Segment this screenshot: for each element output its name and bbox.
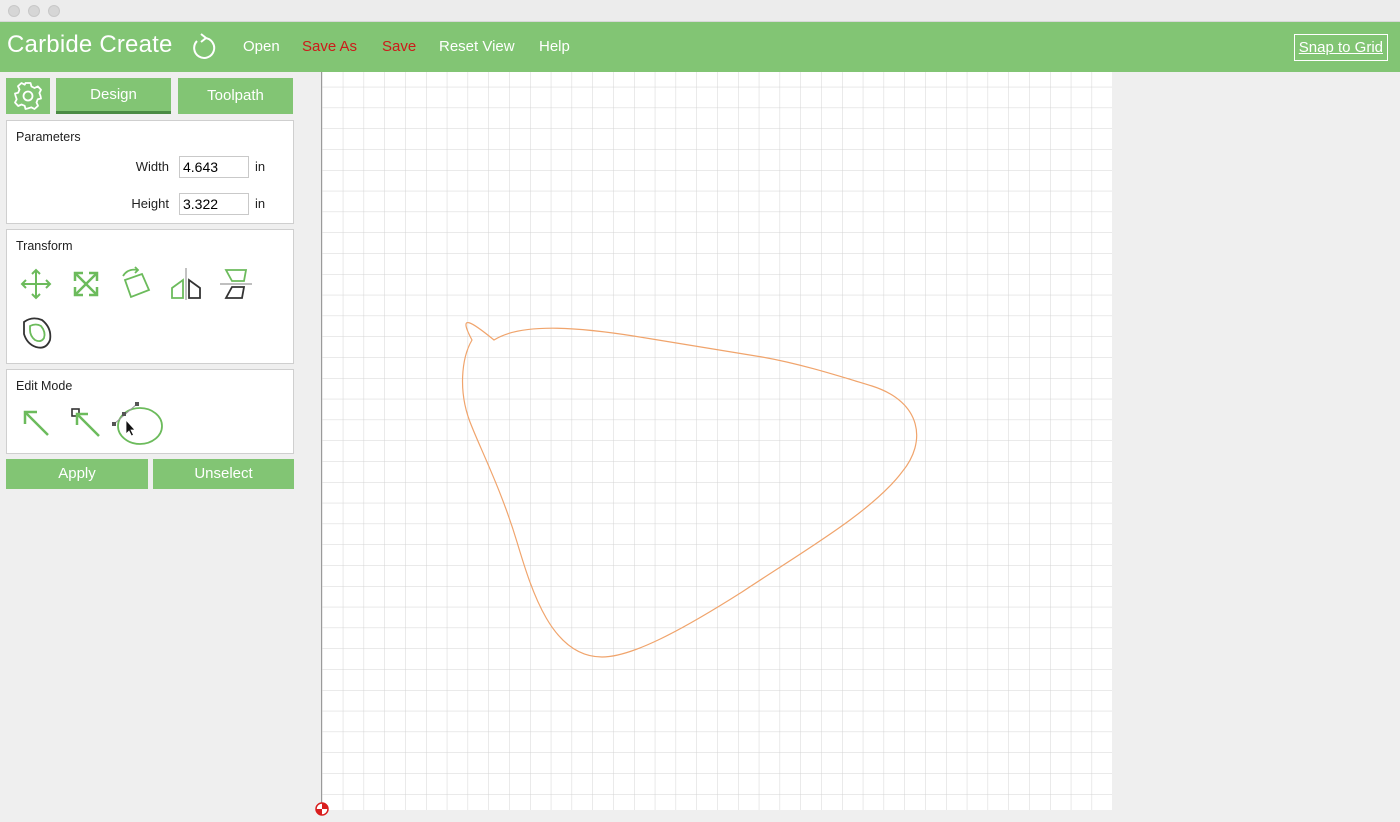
menu-bar: Carbide Create Open Save As Save Reset V…	[0, 22, 1400, 72]
grid-canvas[interactable]	[322, 72, 1112, 810]
minimize-window-button[interactable]	[28, 5, 40, 17]
origin-marker-icon	[315, 802, 329, 816]
open-menu-item[interactable]: Open	[243, 38, 280, 55]
offset-icon[interactable]	[18, 314, 54, 350]
edit-mode-title: Edit Mode	[16, 379, 73, 393]
gear-icon	[14, 82, 42, 110]
height-label: Height	[131, 196, 169, 211]
tab-design[interactable]: Design	[56, 78, 171, 114]
scale-icon[interactable]	[68, 266, 104, 302]
settings-button[interactable]	[6, 78, 50, 114]
parameters-panel: Parameters Width in Height in	[6, 120, 294, 224]
app-title: Carbide Create	[7, 31, 173, 58]
width-unit: in	[255, 159, 266, 174]
move-icon[interactable]	[18, 266, 54, 302]
apply-button[interactable]: Apply	[6, 459, 148, 489]
zoom-window-button[interactable]	[48, 5, 60, 17]
transform-panel: Transform	[6, 229, 294, 364]
height-unit: in	[255, 196, 266, 211]
height-input[interactable]	[179, 193, 249, 215]
reset-icon[interactable]	[188, 32, 216, 62]
reset-view-menu-item[interactable]: Reset View	[439, 38, 515, 55]
save-menu-item[interactable]: Save	[382, 38, 416, 55]
mirror-horizontal-icon[interactable]	[168, 266, 204, 302]
mirror-vertical-icon[interactable]	[218, 266, 254, 302]
design-canvas[interactable]	[321, 72, 1112, 810]
tab-toolpath[interactable]: Toolpath	[178, 78, 293, 114]
width-label: Width	[135, 159, 169, 174]
edit-mode-panel: Edit Mode	[6, 369, 294, 454]
help-menu-item[interactable]: Help	[539, 38, 570, 55]
close-window-button[interactable]	[8, 5, 20, 17]
transform-title: Transform	[16, 239, 73, 253]
rotate-icon[interactable]	[118, 266, 154, 302]
unselect-button[interactable]: Unselect	[153, 459, 294, 489]
width-input[interactable]	[179, 156, 249, 178]
snap-to-grid-button[interactable]: Snap to Grid	[1293, 34, 1388, 61]
save-as-menu-item[interactable]: Save As	[302, 38, 357, 55]
parameters-title: Parameters	[16, 130, 81, 144]
node-select-icon[interactable]	[68, 405, 104, 441]
select-arrow-icon[interactable]	[18, 405, 54, 441]
window-titlebar	[0, 0, 1400, 22]
node-edit-icon[interactable]	[110, 398, 168, 450]
